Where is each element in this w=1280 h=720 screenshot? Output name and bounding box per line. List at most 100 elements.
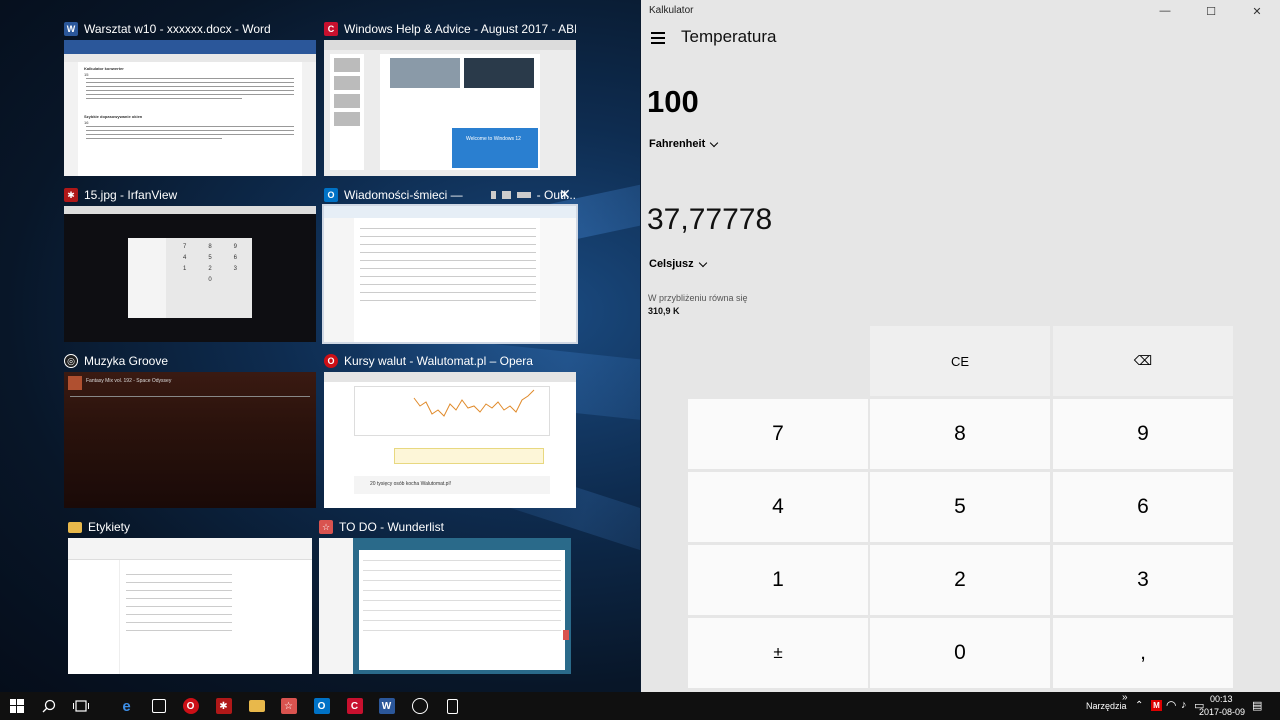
redacted-block	[501, 191, 512, 199]
redacted-block	[517, 192, 531, 198]
minimize-button[interactable]: —	[1142, 0, 1188, 22]
output-unit-label: Celsjusz	[649, 258, 694, 270]
key-9[interactable]: 9	[1053, 399, 1233, 469]
approx-label: W przybliżeniu równa się	[648, 293, 748, 303]
taskbar-abbyy[interactable]: C	[338, 692, 371, 720]
task-view-button[interactable]	[64, 692, 97, 720]
taskbar-explorer[interactable]	[240, 692, 273, 720]
taskbar-wunderlist[interactable]: ☆	[272, 692, 305, 720]
key-6[interactable]: 6	[1053, 472, 1233, 542]
snap-thumbnail-wunderlist[interactable]: ☆ TO DO - Wunderlist	[319, 516, 571, 674]
volume-icon[interactable]: ♪	[1181, 699, 1187, 711]
thumbnail-title: TO DO - Wunderlist	[339, 520, 444, 534]
thumbnail-title-bar: C Windows Help & Advice - August 2017 - …	[324, 18, 576, 40]
keypad-digit: 9	[233, 244, 237, 250]
thumbnail-title: Warsztat w10 - xxxxxx.docx - Word	[84, 22, 271, 36]
windows-logo-icon	[9, 699, 24, 713]
key-5[interactable]: 5	[870, 472, 1050, 542]
task-view-icon	[72, 700, 89, 712]
word-icon: W	[64, 22, 78, 36]
promo-banner: 20 tysięcy osób kocha Walutomat.pl!	[370, 481, 451, 487]
taskbar-word[interactable]: W	[370, 692, 403, 720]
word-preview: Kalkulator konwerter 15 Szybkie dopasowy…	[64, 40, 316, 176]
key-3[interactable]: 3	[1053, 545, 1233, 615]
taskbar-groove[interactable]	[403, 692, 436, 720]
output-value: 37,77778	[647, 203, 773, 236]
decimal-comma-button[interactable]: ,	[1053, 618, 1233, 688]
output-unit-dropdown[interactable]: Celsjusz	[649, 258, 707, 270]
taskbar-opera[interactable]: O	[174, 692, 207, 720]
taskbar: e O ✱ ☆ O C W Narzędzia » ⌃ M ◠ ♪ ▭ 00:1…	[0, 692, 1280, 720]
snap-thumbnail-word[interactable]: W Warsztat w10 - xxxxxx.docx - Word Kalk…	[64, 18, 316, 176]
backspace-button[interactable]: ⌫	[1053, 326, 1233, 396]
doc-heading: Kalkulator konwerter	[84, 66, 124, 71]
thumbnail-title: Windows Help & Advice - August 2017 - AB…	[344, 22, 576, 36]
calculator-icon	[447, 698, 458, 714]
opera-preview: 20 tysięcy osób kocha Walutomat.pl!	[324, 372, 576, 508]
antivirus-icon[interactable]: M	[1151, 700, 1162, 711]
chevron-down-icon	[698, 258, 707, 267]
thumbnail-title: Wiadomości-śmieci —	[344, 188, 463, 202]
toolbar-label[interactable]: Narzędzia	[1086, 701, 1127, 711]
taskbar-edge[interactable]: e	[110, 692, 143, 720]
thumbnail-title-bar: ✱ 15.jpg - IrfanView	[64, 184, 316, 206]
plus-minus-button[interactable]: ±	[688, 618, 868, 688]
snap-thumbnail-irfanview[interactable]: ✱ 15.jpg - IrfanView 7 8 9 4 5 6 1 2 3 0	[64, 184, 316, 342]
key-8[interactable]: 8	[870, 399, 1050, 469]
close-button[interactable]: ✕	[1234, 0, 1280, 22]
opera-icon: O	[182, 698, 199, 714]
folder-icon	[68, 521, 82, 533]
thumbnail-title: Kursy walut - Walutomat.pl – Opera	[344, 354, 533, 368]
thumbnail-title-bar: O Kursy walut - Walutomat.pl – Opera	[324, 350, 576, 372]
search-button[interactable]	[32, 692, 65, 720]
close-thumbnail-button[interactable]: ✕	[556, 186, 574, 203]
key-7[interactable]: 7	[688, 399, 868, 469]
keypad-digit: 7	[182, 244, 187, 250]
window-title: Kalkulator	[649, 5, 694, 16]
calendar-icon	[151, 699, 166, 713]
doc-number: 15	[84, 72, 89, 77]
snap-assist-area: W Warsztat w10 - xxxxxx.docx - Word Kalk…	[0, 0, 640, 692]
taskbar-outlook[interactable]: O	[305, 692, 338, 720]
clock-date[interactable]: 2017-08-09	[1199, 707, 1245, 717]
keypad-digit: 4	[182, 255, 187, 261]
calculator-window: Kalkulator — ☐ ✕ Temperatura 100 Fahrenh…	[641, 0, 1280, 692]
taskbar-calculator[interactable]	[436, 692, 469, 720]
keypad-digit: 5	[208, 255, 212, 261]
taskbar-irfanview[interactable]: ✱	[207, 692, 240, 720]
welcome-text: Welcome to Windows 12	[466, 136, 521, 142]
start-button[interactable]	[0, 692, 33, 720]
snap-thumbnail-groove[interactable]: ◎ Muzyka Groove Fantasy Mix vol. 192 - S…	[64, 350, 316, 508]
search-icon	[42, 699, 55, 713]
redacted-block	[490, 191, 496, 199]
hamburger-menu-icon[interactable]	[651, 32, 665, 47]
irfanview-icon: ✱	[215, 698, 232, 714]
abbyy-icon: C	[324, 22, 338, 36]
approx-value: 310,9 K	[648, 306, 680, 316]
snap-thumbnail-explorer[interactable]: Etykiety	[68, 516, 312, 674]
thumbnail-title-bar: ◎ Muzyka Groove	[64, 350, 316, 372]
input-value[interactable]: 100	[647, 84, 699, 120]
taskbar-calendar[interactable]	[142, 692, 175, 720]
groove-icon	[411, 698, 428, 714]
snap-thumbnail-outlook[interactable]: O Wiadomości-śmieci — - Outl... ✕	[322, 184, 578, 344]
key-2[interactable]: 2	[870, 545, 1050, 615]
snap-thumbnail-opera[interactable]: O Kursy walut - Walutomat.pl – Opera 20 …	[324, 350, 576, 508]
key-4[interactable]: 4	[688, 472, 868, 542]
groove-icon: ◎	[64, 354, 78, 368]
show-hidden-icons-icon[interactable]: ⌃	[1135, 700, 1143, 711]
ce-button[interactable]: CE	[870, 326, 1050, 396]
keypad-digit: 8	[208, 244, 212, 250]
abbyy-icon: C	[346, 698, 363, 714]
input-unit-dropdown[interactable]: Fahrenheit	[649, 138, 719, 150]
explorer-preview	[68, 538, 312, 674]
maximize-button[interactable]: ☐	[1188, 0, 1234, 22]
action-center-icon[interactable]: ▤	[1252, 699, 1262, 712]
key-0[interactable]: 0	[870, 618, 1050, 688]
snap-thumbnail-abbyy[interactable]: C Windows Help & Advice - August 2017 - …	[324, 18, 576, 176]
key-1[interactable]: 1	[688, 545, 868, 615]
toolbar-expand[interactable]: »	[1122, 692, 1128, 703]
clock-time[interactable]: 00:13	[1210, 694, 1233, 704]
outlook-icon: O	[324, 188, 338, 202]
wifi-icon[interactable]: ◠	[1166, 698, 1176, 712]
